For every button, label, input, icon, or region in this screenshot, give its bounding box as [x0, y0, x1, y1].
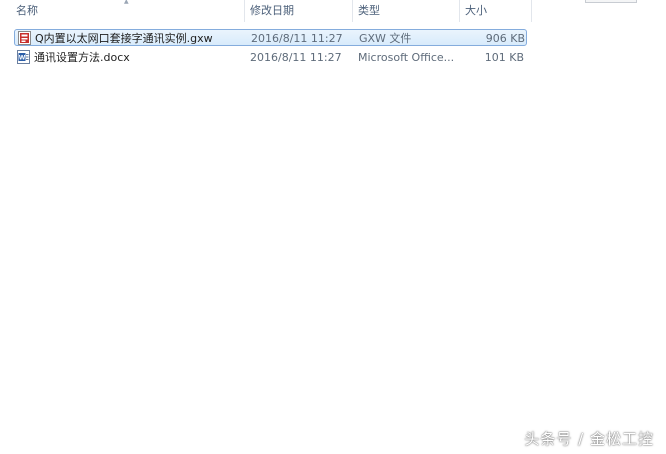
- column-header-name-label: 名称: [16, 4, 38, 17]
- column-header-bar: 名称 ▲ 修改日期 类型 大小: [0, 0, 532, 22]
- file-size: 101 KB: [484, 51, 524, 64]
- column-header-type-label: 类型: [358, 4, 380, 17]
- word-document-icon: W: [17, 50, 30, 64]
- file-date-modified: 2016/8/11 11:27: [250, 51, 342, 64]
- column-header-date-modified[interactable]: 修改日期: [245, 0, 352, 22]
- file-type: GXW 文件: [359, 32, 412, 45]
- file-date-modified: 2016/8/11 11:27: [251, 32, 343, 45]
- column-header-date-label: 修改日期: [250, 4, 294, 17]
- sort-ascending-icon: ▲: [124, 0, 129, 5]
- watermark-text: 头条号 / 金松工控: [524, 430, 654, 448]
- file-name[interactable]: Q内置以太网口套接字通讯实例.gxw: [35, 30, 245, 47]
- column-divider[interactable]: [531, 0, 532, 22]
- file-size: 906 KB: [485, 32, 525, 45]
- gxw-file-icon: [18, 31, 31, 45]
- column-header-type[interactable]: 类型: [353, 0, 459, 22]
- file-type: Microsoft Office...: [358, 51, 455, 64]
- file-row[interactable]: Q内置以太网口套接字通讯实例.gxw 2016/8/11 11:27 GXW 文…: [14, 29, 527, 46]
- file-row[interactable]: W 通讯设置方法.docx 2016/8/11 11:27 Microsoft …: [14, 49, 527, 66]
- column-header-size[interactable]: 大小: [460, 0, 531, 22]
- column-header-size-label: 大小: [465, 4, 487, 17]
- file-name[interactable]: 通讯设置方法.docx: [34, 49, 244, 66]
- window-edge-control: [585, 0, 637, 3]
- svg-text:W: W: [19, 55, 26, 62]
